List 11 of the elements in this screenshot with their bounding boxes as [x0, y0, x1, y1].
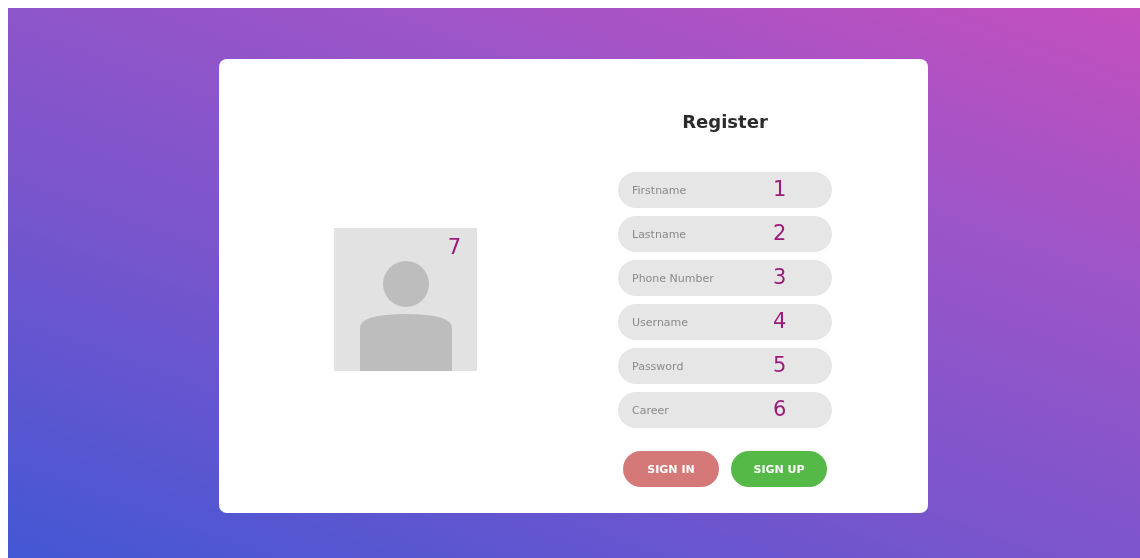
person-silhouette-icon — [359, 258, 452, 371]
annotation-number: 1 — [773, 176, 787, 202]
annotation-number: 6 — [773, 396, 787, 422]
annotation-number: 7 — [447, 234, 461, 260]
annotation-number: 5 — [773, 352, 787, 378]
sign-up-button[interactable]: SIGN UP — [731, 451, 827, 487]
annotation-number: 2 — [773, 220, 787, 246]
annotation-number: 3 — [773, 264, 787, 290]
form-title: Register — [681, 110, 769, 134]
annotation-number: 4 — [773, 308, 787, 334]
sign-in-button[interactable]: SIGN IN — [623, 451, 719, 487]
